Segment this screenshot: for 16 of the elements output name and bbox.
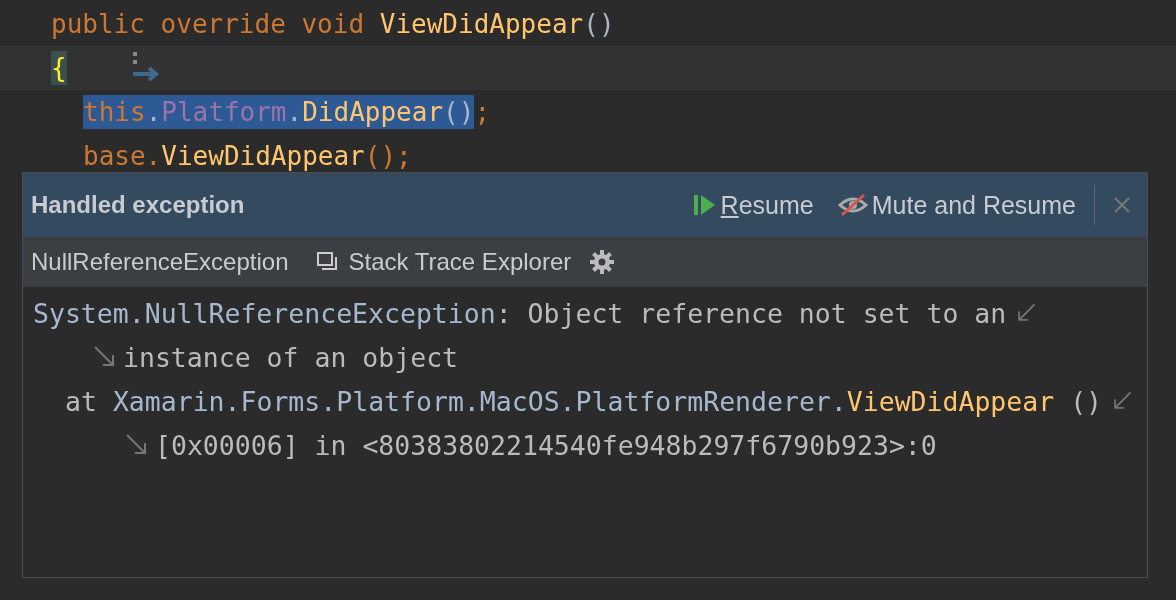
stack-trace-explorer-button[interactable]: Stack Trace Explorer (316, 248, 572, 276)
trace-line: instance of an object (123, 341, 459, 373)
settings-button[interactable] (589, 249, 616, 275)
crossed-eye-icon (837, 193, 868, 217)
mute-resume-button[interactable]: Mute and Resume (837, 190, 1076, 220)
play-icon (692, 193, 717, 217)
trace-line: System.NullReferenceException: Object reference not set to an (33, 297, 1007, 329)
step-arrow-icon (130, 52, 161, 84)
popup-title: Handled exception (31, 191, 245, 219)
trace-line: [0x00006] in <80383802214540fe948b297f6790b923>:0 (155, 429, 937, 461)
code-line: base.ViewDidAppear(); (83, 140, 412, 173)
code-line: this.Platform.DidAppear(); (83, 95, 491, 129)
resume-button[interactable]: Resume (692, 190, 814, 220)
code-line: public override void ViewDidAppear() (51, 8, 615, 41)
trace-line: at Xamarin.Forms.Platform.MacOS.PlatformRenderer.ViewDidAppear () (65, 385, 1103, 417)
exception-name: NullReferenceException (31, 248, 289, 276)
